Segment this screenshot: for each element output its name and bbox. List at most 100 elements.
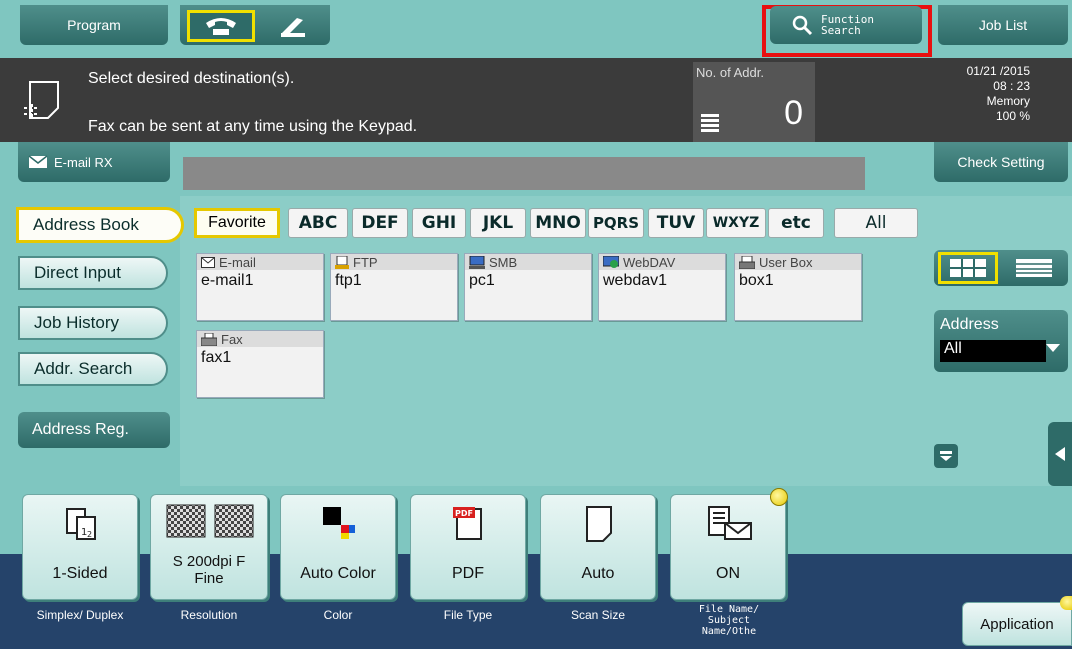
grid-view-button[interactable] — [938, 252, 998, 284]
file-name-icon — [708, 506, 752, 540]
card-type-row: Fax — [197, 331, 323, 347]
nav-address-book-label: Address Book — [33, 215, 139, 234]
card-type-row: User Box — [735, 254, 861, 270]
tab-jkl[interactable]: JKL — [470, 208, 526, 238]
tab-all-label: All — [865, 213, 887, 233]
destination-card-email[interactable]: E-mail e-mail1 — [196, 253, 324, 321]
application-button[interactable]: Application — [962, 602, 1072, 646]
scan-size-caption: Scan Size — [570, 608, 626, 622]
envelope-icon — [201, 256, 215, 268]
resolution-button[interactable]: S 200dpi F Fine — [150, 494, 268, 600]
file-type-value: PDF — [452, 565, 484, 582]
grid-view-icon — [950, 259, 986, 277]
check-setting-button[interactable]: Check Setting — [934, 142, 1068, 182]
page-icon — [586, 506, 612, 542]
file-name-button[interactable]: ON — [670, 494, 786, 600]
check-setting-label: Check Setting — [957, 154, 1045, 170]
color-button[interactable]: Auto Color — [280, 494, 396, 600]
card-name: box1 — [739, 272, 774, 289]
resolution-caption: Resolution — [180, 608, 238, 622]
svg-text:2: 2 — [87, 530, 92, 539]
tab-mno[interactable]: MNO — [530, 208, 586, 238]
nav-address-book[interactable]: Address Book — [16, 207, 184, 243]
time-text: 08 : 23 — [993, 79, 1030, 93]
message-line-1: Select desired destination(s). — [88, 70, 295, 87]
search-icon — [792, 15, 813, 36]
simplex-caption: Simplex/ Duplex — [36, 608, 124, 622]
destination-card-ftp[interactable]: FTP ftp1 — [330, 253, 458, 321]
tab-tuv[interactable]: TUV — [648, 208, 704, 238]
card-type-label: User Box — [759, 254, 813, 270]
address-filter[interactable]: Address All — [934, 310, 1068, 372]
file-type-caption: File Type — [443, 608, 493, 622]
card-name: pc1 — [469, 272, 495, 289]
resolution-icon — [166, 504, 254, 538]
tab-wxyz-label: WXYZ — [712, 215, 760, 231]
tab-ghi[interactable]: GHI — [412, 208, 466, 238]
scroll-down-button[interactable] — [934, 444, 958, 468]
file-type-button[interactable]: PDF PDF — [410, 494, 526, 600]
tab-etc[interactable]: etc — [768, 208, 824, 238]
card-name: fax1 — [201, 349, 232, 366]
on-hook-button[interactable] — [265, 10, 320, 42]
nav-addr-search[interactable]: Addr. Search — [18, 352, 168, 386]
function-search-button[interactable]: Function Search — [770, 6, 922, 44]
scan-size-value: Auto — [581, 565, 615, 582]
message-line-2: Fax can be sent at any time using the Ke… — [88, 118, 418, 135]
tab-wxyz[interactable]: WXYZ — [706, 208, 766, 238]
tab-def[interactable]: DEF — [352, 208, 408, 238]
address-filter-value: All — [940, 340, 1046, 362]
job-list-label: Job List — [978, 17, 1028, 33]
card-type-label: WebDAV — [623, 254, 676, 270]
card-type-row: E-mail — [197, 254, 323, 270]
nav-direct-input[interactable]: Direct Input — [18, 256, 168, 290]
program-label: Program — [67, 17, 121, 33]
envelope-icon — [28, 155, 48, 168]
tab-etc-label: etc — [781, 213, 811, 233]
program-button[interactable]: Program — [20, 5, 168, 45]
webdav-icon — [603, 255, 619, 268]
address-filter-label: Address — [940, 316, 999, 333]
user-box-icon — [739, 255, 755, 269]
simplex-duplex-button[interactable]: 12 1-Sided — [22, 494, 138, 600]
job-list-button[interactable]: Job List — [938, 5, 1068, 45]
destination-card-user-box[interactable]: User Box box1 — [734, 253, 862, 321]
destination-card-webdav[interactable]: WebDAV webdav1 — [598, 253, 726, 321]
address-reg-button[interactable]: Address Reg. — [18, 412, 170, 448]
destination-card-fax[interactable]: Fax fax1 — [196, 330, 324, 398]
tab-pqrs[interactable]: PQRS — [588, 208, 644, 238]
color-caption: Color — [323, 608, 353, 622]
scroll-down-icon — [940, 451, 952, 461]
tab-abc[interactable]: ABC — [288, 208, 348, 238]
phone-handset-button[interactable] — [187, 10, 255, 42]
card-type-row: WebDAV — [599, 254, 725, 270]
color-value: Auto Color — [300, 565, 376, 582]
tab-all[interactable]: All — [834, 208, 918, 238]
card-type-label: Fax — [221, 331, 243, 347]
application-label: Application — [980, 615, 1054, 633]
side-panel-tab[interactable] — [1048, 422, 1072, 486]
tab-def-label: DEF — [361, 213, 399, 233]
card-type-row: FTP — [331, 254, 457, 270]
simplex-icon: 12 — [66, 508, 96, 540]
nav-direct-input-label: Direct Input — [34, 263, 121, 282]
nav-job-history[interactable]: Job History — [18, 306, 168, 340]
destination-card-smb[interactable]: SMB pc1 — [464, 253, 592, 321]
nav-addr-search-label: Addr. Search — [34, 359, 133, 378]
tab-ghi-label: GHI — [421, 213, 457, 233]
card-name: e-mail1 — [201, 272, 254, 289]
scan-size-button[interactable]: Auto — [540, 494, 656, 600]
function-search-label: Function Search — [821, 13, 874, 37]
card-type-label: FTP — [353, 254, 378, 270]
simplex-value: 1-Sided — [52, 565, 108, 582]
fax-icon — [201, 332, 217, 346]
list-view-button[interactable] — [1004, 252, 1064, 284]
tab-abc-label: ABC — [298, 213, 338, 233]
status-panel: 01/21 /2015 08 : 23 Memory 100 % — [930, 64, 1030, 124]
tab-favorite[interactable]: Favorite — [194, 208, 280, 238]
memory-label: Memory — [986, 94, 1030, 108]
file-name-caption: File Name/ Subject Name/Othe — [698, 604, 760, 637]
email-rx-button[interactable]: E-mail RX — [18, 142, 170, 182]
fax-document-icon — [20, 78, 68, 126]
card-type-label: SMB — [489, 254, 518, 270]
